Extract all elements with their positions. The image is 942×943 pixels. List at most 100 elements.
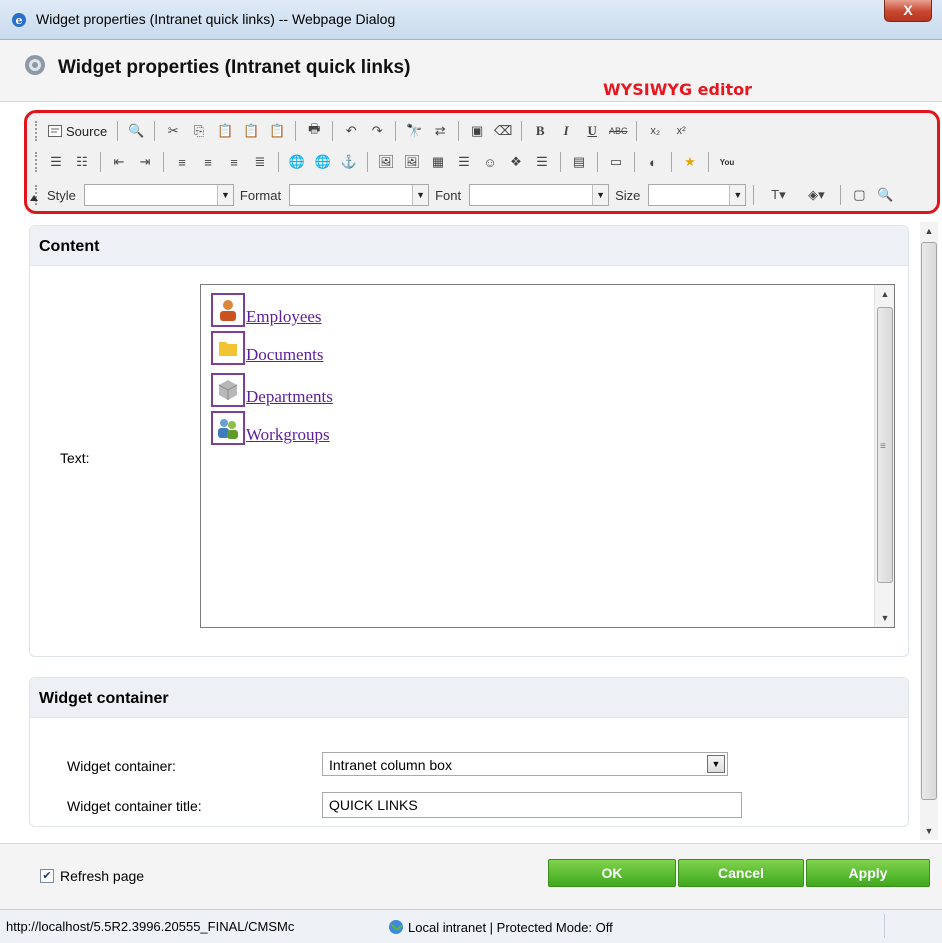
text-label: Text: xyxy=(60,450,90,466)
window-titlebar: e Widget properties (Intranet quick link… xyxy=(0,0,942,40)
link-icon[interactable]: 🌐 xyxy=(286,151,308,173)
list-item: Documents xyxy=(211,331,323,365)
scroll-thumb[interactable] xyxy=(921,242,937,800)
toolbar-row-2: ☰ ☷ ⇤ ⇥ ≡ ≡ ≡ ≣ 🌐 🌐 ⚓ 🖼 🖼 ▦ ☰ ☺ ❖ ☰ ▤ ▭ … xyxy=(35,149,738,175)
dialog-header: Widget properties (Intranet quick links)… xyxy=(0,40,942,102)
bold-button[interactable]: B xyxy=(529,120,551,142)
source-button[interactable]: Source xyxy=(45,124,110,139)
globe-icon xyxy=(389,920,403,934)
indent-icon[interactable]: ⇥ xyxy=(134,151,156,173)
maximize-icon[interactable]: ▢ xyxy=(848,184,870,206)
folder-icon[interactable] xyxy=(211,331,245,365)
link-workgroups[interactable]: Workgroups xyxy=(246,425,330,445)
container-title-label: Widget container title: xyxy=(67,798,202,814)
paste-word-icon[interactable]: 📋 xyxy=(266,120,288,142)
checkmark-icon[interactable]: ✔ xyxy=(40,869,54,883)
show-blocks-icon[interactable]: 🔍 xyxy=(874,184,896,206)
justify-icon[interactable]: ≣ xyxy=(249,151,271,173)
horizontal-rule-icon[interactable]: ☰ xyxy=(453,151,475,173)
cut-icon[interactable]: ✂ xyxy=(162,120,184,142)
toolbar-grip[interactable] xyxy=(35,152,39,172)
toolbar-grip[interactable] xyxy=(35,121,39,141)
unlink-icon[interactable]: 🌐 xyxy=(312,151,334,173)
editor-area[interactable]: Employees Documents Departments Workgrou… xyxy=(200,284,895,628)
star-icon[interactable]: ★ xyxy=(679,151,701,173)
list-item: Workgroups xyxy=(211,411,330,445)
align-right-icon[interactable]: ≡ xyxy=(223,151,245,173)
find-icon[interactable]: 🔭 xyxy=(403,120,425,142)
status-bar: http://localhost/5.5R2.3996.20555_FINAL/… xyxy=(0,909,942,943)
smiley-icon[interactable]: ☺ xyxy=(479,151,501,173)
widget-container-section: Widget container Widget container: Intra… xyxy=(29,677,909,827)
bulleted-list-icon[interactable]: ☷ xyxy=(71,151,93,173)
widget-icon[interactable]: ❖ xyxy=(505,151,527,173)
font-combo[interactable]: ▼ xyxy=(469,184,610,206)
size-combo[interactable]: ▼ xyxy=(648,184,747,206)
page-break-icon[interactable]: ☰ xyxy=(531,151,553,173)
outdent-icon[interactable]: ⇤ xyxy=(108,151,130,173)
chevron-down-icon: ▼ xyxy=(412,185,429,205)
employee-icon[interactable] xyxy=(211,293,245,327)
toolbar-separator xyxy=(154,121,156,141)
dialog-body: Content Text: Employees Documents Depart… xyxy=(24,222,914,832)
format-combo[interactable]: ▼ xyxy=(289,184,430,206)
editor-scrollbar[interactable]: ▲ ≡ ▼ xyxy=(874,285,894,627)
container-title-input[interactable] xyxy=(322,792,742,818)
subscript-button[interactable]: x₂ xyxy=(644,120,666,142)
align-left-icon[interactable]: ≡ xyxy=(171,151,193,173)
scroll-down-icon[interactable]: ▼ xyxy=(875,609,895,627)
superscript-button[interactable]: x² xyxy=(670,120,692,142)
container-select[interactable]: Intranet column box ▼ xyxy=(322,752,728,776)
style-combo[interactable]: ▼ xyxy=(83,184,234,206)
youtube-icon[interactable]: You xyxy=(716,151,738,173)
scroll-up-icon[interactable]: ▲ xyxy=(875,285,895,303)
toolbar-separator xyxy=(163,152,164,172)
copy-icon[interactable]: ⎘ xyxy=(188,120,210,142)
toolbar-collapse-icon[interactable] xyxy=(30,195,38,201)
strikethrough-button[interactable]: ABC xyxy=(607,120,629,142)
paste-icon[interactable]: 📋 xyxy=(214,120,236,142)
dialog-scrollbar[interactable]: ▲ ▼ xyxy=(920,222,938,840)
anchor-icon[interactable]: ⚓ xyxy=(338,151,360,173)
apply-button[interactable]: Apply xyxy=(806,859,930,887)
link-documents[interactable]: Documents xyxy=(246,345,323,365)
toolbar-separator xyxy=(332,121,334,141)
table-icon[interactable]: ▦ xyxy=(427,151,449,173)
link-departments[interactable]: Departments xyxy=(246,387,333,407)
group-icon[interactable] xyxy=(211,411,245,445)
dialog-footer: ✔ Refresh page OK Cancel Apply xyxy=(0,843,942,909)
redo-icon[interactable]: ↷ xyxy=(366,120,388,142)
refresh-page-checkbox[interactable]: ✔ Refresh page xyxy=(40,868,144,884)
undo-icon[interactable]: ↶ xyxy=(340,120,362,142)
toolbar-separator xyxy=(521,121,523,141)
cube-icon[interactable] xyxy=(211,373,245,407)
media-icon[interactable]: ◐ xyxy=(642,151,664,173)
image-icon[interactable]: 🖼 xyxy=(375,151,397,173)
replace-icon[interactable]: ⇄ xyxy=(429,120,451,142)
insert-image-icon[interactable]: 🖼 xyxy=(401,151,423,173)
format-label: Format xyxy=(239,187,282,203)
align-center-icon[interactable]: ≡ xyxy=(197,151,219,173)
background-color-icon[interactable]: ◈▾ xyxy=(799,184,833,206)
wysiwyg-toolbar: Source 🔍 ✂ ⎘ 📋 📋 📋 🖶 ↶ ↷ 🔭 ⇄ ▣ ⌫ B I U A… xyxy=(24,110,940,214)
numbered-list-icon[interactable]: ☰ xyxy=(45,151,67,173)
scroll-grip-icon: ≡ xyxy=(880,441,886,452)
print-icon[interactable]: 🖶 xyxy=(303,120,325,142)
chevron-down-icon[interactable]: ▼ xyxy=(707,755,725,773)
scroll-up-icon[interactable]: ▲ xyxy=(920,222,938,240)
scroll-down-icon[interactable]: ▼ xyxy=(920,822,938,840)
underline-button[interactable]: U xyxy=(581,120,603,142)
remove-format-icon[interactable]: ⌫ xyxy=(492,120,514,142)
close-button[interactable]: X xyxy=(884,0,932,22)
paste-text-icon[interactable]: 📋 xyxy=(240,120,262,142)
select-all-icon[interactable]: ▣ xyxy=(466,120,488,142)
preview-icon[interactable]: 🔍 xyxy=(125,120,147,142)
italic-button[interactable]: I xyxy=(555,120,577,142)
ok-button[interactable]: OK xyxy=(548,859,676,887)
text-color-icon[interactable]: T▾ xyxy=(761,184,795,206)
link-employees[interactable]: Employees xyxy=(246,307,322,327)
template-icon[interactable]: ▤ xyxy=(568,151,590,173)
cancel-button[interactable]: Cancel xyxy=(678,859,804,887)
form-icon[interactable]: ▭ xyxy=(605,151,627,173)
content-section: Content Text: Employees Documents Depart… xyxy=(29,225,909,657)
